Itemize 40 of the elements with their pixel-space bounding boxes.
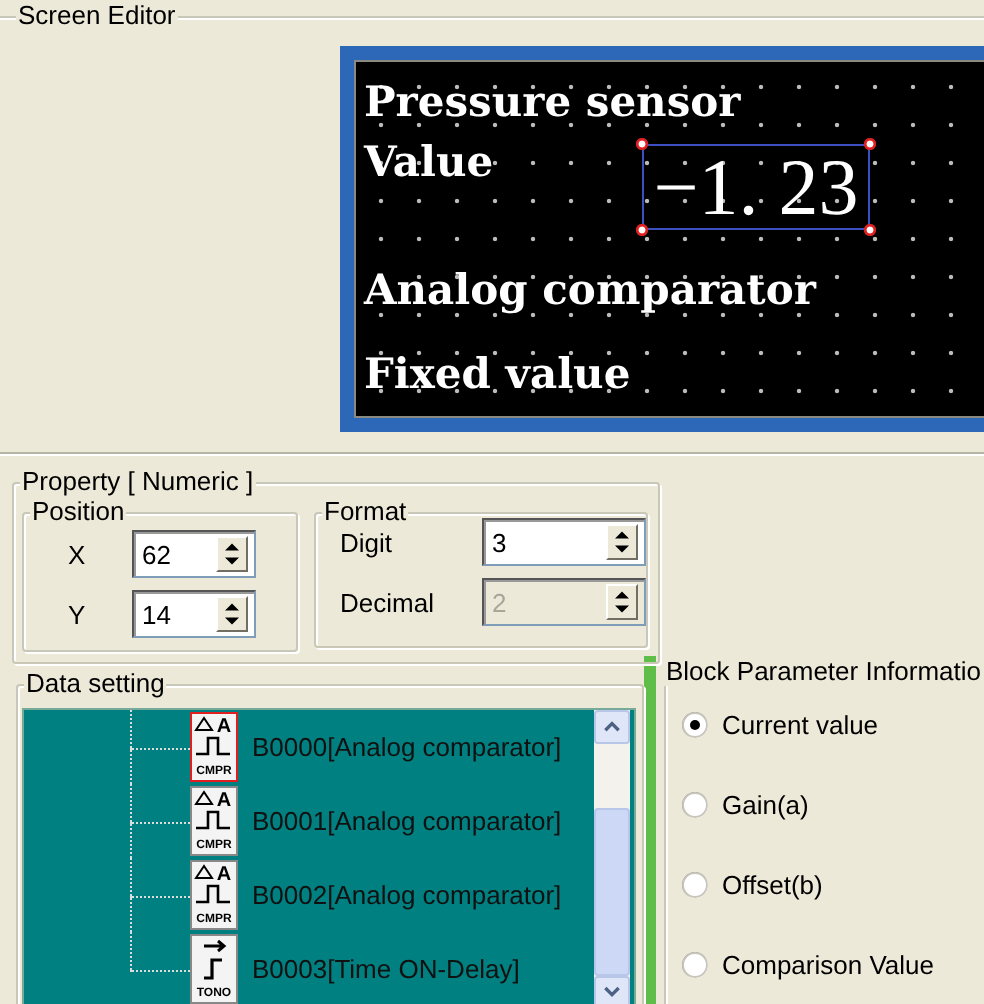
radio-circle[interactable]: [682, 791, 708, 817]
group-title: Screen Editor: [16, 0, 178, 30]
scroll-down-button[interactable]: [594, 976, 630, 1004]
tree-line: [130, 784, 190, 858]
radio-circle[interactable]: [682, 871, 708, 897]
block-label[interactable]: B0001[Analog comparator]: [252, 806, 562, 836]
radio-circle[interactable]: [682, 711, 708, 737]
block-label[interactable]: B0002[Analog comparator]: [252, 880, 562, 910]
field-label: Y: [66, 599, 88, 629]
radio-option[interactable]: Comparison Value: [682, 924, 984, 1004]
radio-option[interactable]: Gain(a): [682, 764, 984, 844]
lcd-text: Fixed value: [364, 347, 631, 398]
value-text: −1. 23: [653, 147, 859, 228]
number-field[interactable]: 14: [132, 590, 256, 638]
radio-option[interactable]: Offset(b): [682, 844, 984, 924]
field-label: Decimal: [338, 587, 436, 617]
scroll-up-button[interactable]: [594, 710, 630, 744]
radio-circle[interactable]: [682, 951, 708, 977]
field-label: X: [66, 539, 88, 569]
scroll-thumb[interactable]: [594, 807, 630, 977]
group-title: Property [ Numeric ]: [20, 466, 256, 496]
number-field[interactable]: 3: [482, 518, 646, 566]
block-label[interactable]: B0000[Analog comparator]: [252, 732, 562, 762]
group-title: Block Parameter Informatio: [664, 656, 984, 686]
lcd-text: Value: [364, 136, 494, 187]
spin-button[interactable]: [216, 536, 248, 572]
block-label[interactable]: B0003[Time ON-Delay]: [252, 954, 520, 984]
spin-button[interactable]: [216, 596, 248, 632]
field-label: Digit: [338, 527, 395, 557]
tree-line: [130, 710, 190, 784]
number-field[interactable]: 62: [132, 530, 256, 578]
group-title: Data setting: [24, 668, 167, 698]
group-title: Format: [322, 496, 409, 526]
group-title: Position: [30, 496, 127, 526]
spin-button[interactable]: [606, 524, 638, 560]
tree-line: [130, 858, 190, 932]
radio-option[interactable]: Current value: [682, 684, 984, 764]
selection-frame[interactable]: −1. 23: [636, 138, 876, 237]
lcd-text: Pressure sensor: [364, 76, 741, 127]
lcd-text: Analog comparator: [364, 263, 816, 314]
